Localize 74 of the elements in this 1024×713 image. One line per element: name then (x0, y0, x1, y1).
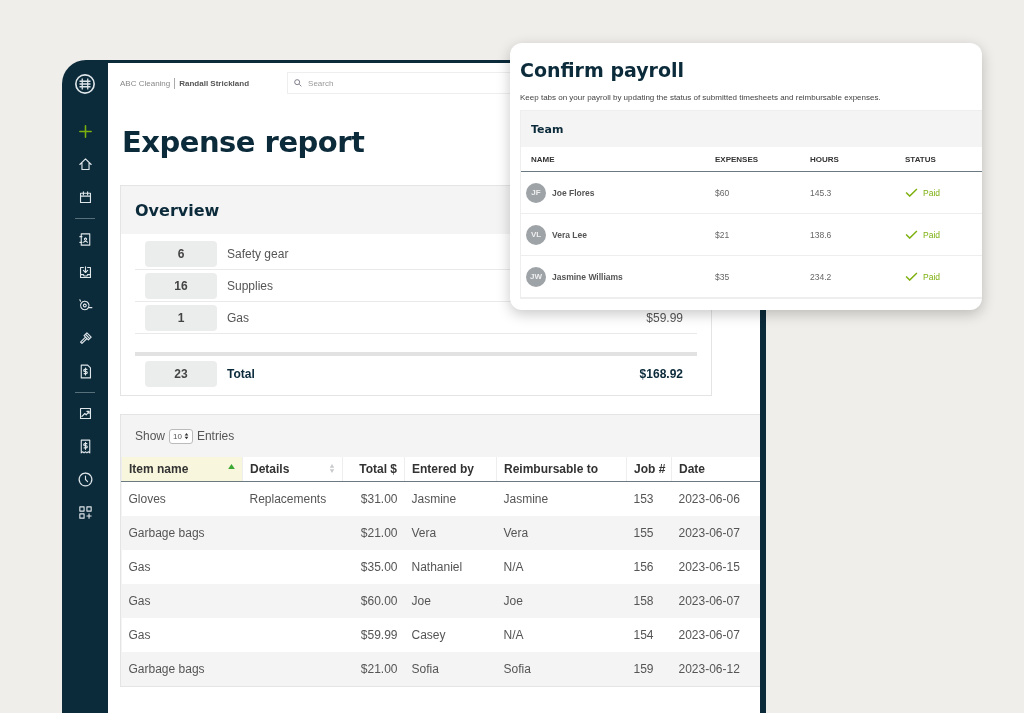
table-cell: $21.00 (360, 526, 398, 540)
employee-name: Joe Flores (552, 187, 595, 198)
expenses-value: $21 (715, 229, 731, 240)
category-label: Safety gear (227, 246, 290, 261)
table-cell: $59.99 (360, 628, 398, 642)
avatar: JF (526, 182, 546, 203)
hours-value: 145.3 (810, 187, 833, 198)
category-label: Supplies (227, 278, 275, 293)
entries-label: Entries (196, 429, 235, 443)
count-badge: 6 (145, 240, 217, 267)
table-cell: Sofia (503, 662, 531, 676)
table-cell: N/A (503, 628, 524, 642)
page-title: Expense report (122, 125, 365, 159)
hours-value: 234.2 (810, 271, 833, 282)
table-cell: Joe (503, 594, 523, 608)
column-header: NAME (530, 154, 556, 164)
count-badge: 1 (145, 304, 217, 331)
table-cell: 155 (633, 526, 654, 540)
table-cell: Vera (503, 526, 529, 540)
user-name: Randall Strickland (179, 78, 250, 88)
company-name: ABC Cleaning (120, 78, 171, 88)
hours-value: 138.6 (810, 229, 833, 240)
employee-name: Vera Lee (552, 229, 587, 240)
table-cell: Gas (128, 560, 151, 574)
status-label: Paid (923, 229, 940, 240)
table-cell: Sofia (411, 662, 439, 676)
expenses-value: $60 (715, 187, 731, 198)
avatar: JW (526, 266, 546, 287)
column-header: EXPENSES (715, 154, 760, 164)
table-cell: Garbage bags (128, 526, 205, 540)
table-cell: 2023-06-07 (678, 594, 740, 608)
count-badge: 23 (145, 360, 217, 387)
card-title: Overview (135, 200, 220, 220)
column-header: HOURS (810, 154, 840, 164)
employee-name: Jasmine Williams (552, 271, 623, 282)
table-cell: $21.00 (360, 662, 398, 676)
table-cell: Casey (411, 628, 446, 642)
card-description: Keep tabs on your payroll by updating the status of submitted timesheets and reimbursable expenses. (520, 93, 882, 102)
table-cell: Jasmine (411, 492, 457, 506)
table-cell: 158 (633, 594, 654, 608)
column-header: STATUS (905, 154, 937, 164)
table-cell: Jasmine (503, 492, 549, 506)
table-cell: 2023-06-07 (678, 526, 740, 540)
category-label: Gas (227, 310, 250, 325)
expenses-value: $35 (715, 271, 731, 282)
status-label: Paid (923, 271, 940, 282)
avatar: VL (526, 224, 546, 245)
table-cell: $60.00 (360, 594, 398, 608)
table-cell: N/A (503, 560, 524, 574)
table-cell: Gas (128, 628, 151, 642)
table-cell: Replacements (249, 492, 327, 506)
total-label: Total (227, 366, 256, 381)
table-cell: Gloves (128, 492, 166, 506)
table-cell: 154 (633, 628, 654, 642)
table-cell: 2023-06-06 (678, 492, 740, 506)
table-cell: 156 (633, 560, 654, 574)
table-cell: Joe (411, 594, 431, 608)
table-cell: 2023-06-15 (678, 560, 740, 574)
show-label: Show (135, 429, 166, 443)
count-badge: 16 (145, 272, 217, 299)
table-cell: Gas (128, 594, 151, 608)
table-cell: $35.00 (360, 560, 398, 574)
table-cell: 2023-06-12 (678, 662, 740, 676)
table-cell: Vera (411, 526, 437, 540)
table-cell: 2023-06-07 (678, 628, 740, 642)
table-cell: $31.00 (360, 492, 398, 506)
table-cell: 153 (633, 492, 654, 506)
table-cell: Garbage bags (128, 662, 205, 676)
table-cell: 159 (633, 662, 654, 676)
table-cell: Nathaniel (411, 560, 463, 574)
amount: $59.99 (646, 310, 683, 325)
team-title: Team (531, 122, 564, 136)
total-amount: $168.92 (639, 366, 683, 381)
status-label: Paid (923, 187, 940, 198)
